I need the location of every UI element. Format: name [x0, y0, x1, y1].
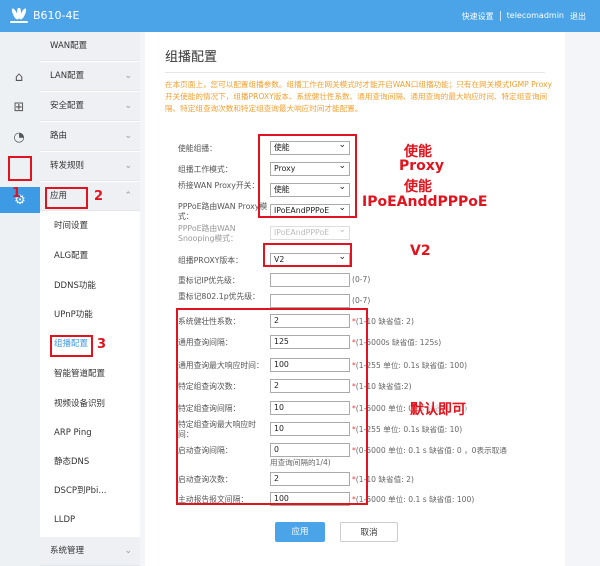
annotation-label: 1: [12, 186, 21, 201]
annotation-label: 3: [97, 337, 106, 352]
menu-security[interactable]: 安全配置⌄: [40, 92, 140, 121]
chevron-down-icon: ⌄: [124, 62, 132, 91]
submenu-dns[interactable]: 静态DNS: [40, 448, 140, 477]
quick-setup-link[interactable]: 快速设置: [462, 11, 494, 22]
submenu-arp[interactable]: ARP Ping: [40, 419, 140, 448]
menu-system[interactable]: 系统管理⌄: [40, 537, 140, 566]
icon-rail: ⌂ ⊞ ◔ ⚙: [0, 32, 40, 566]
submenu-lldp[interactable]: LLDP: [40, 506, 140, 535]
huawei-logo-icon: [8, 8, 30, 24]
router-logo-icon: [455, 505, 495, 545]
field-label: 桥接WAN Proxy开关：: [178, 181, 270, 191]
text-input[interactable]: [270, 273, 350, 287]
submenu-smart-pipe[interactable]: 智能管道配置: [40, 360, 140, 389]
field-label: 组播工作模式：: [178, 165, 270, 175]
logout-link[interactable]: 退出: [570, 11, 586, 22]
annotation-label: 2: [94, 189, 103, 204]
home-icon[interactable]: ⌂: [8, 66, 30, 88]
field-hint: *(1-5000 单位: 0.1 s 缺省值: 100): [352, 494, 474, 505]
submenu-time[interactable]: 时间设置: [40, 212, 140, 241]
route-icon[interactable]: ◔: [8, 126, 30, 148]
field-hint: *(1-255 单位: 0.1s 缺省值: 10): [352, 424, 462, 435]
sidebar-menu: WAN配置 LAN配置⌄ 安全配置⌄ 路由⌄ 转发规则⌄ 应用⌃ 时间设置 AL…: [40, 32, 140, 566]
submenu-dscp[interactable]: DSCP到Pbi...: [40, 477, 140, 506]
notice-text: 在本页面上，您可以配置组播参数。组播工作在网关模式时才能开启WAN口组播功能；只…: [165, 79, 555, 115]
menu-forward[interactable]: 转发规则⌄: [40, 152, 140, 181]
field-hint: (0-7): [352, 275, 370, 284]
chevron-down-icon: ⌄: [124, 152, 132, 181]
top-header: B610-4E 快速设置 telecomadmin 退出: [0, 0, 600, 32]
menu-route[interactable]: 路由⌄: [40, 122, 140, 151]
annotation-box: [45, 187, 88, 209]
annotation-label: 使能: [404, 176, 432, 196]
field-label: PPPoE路由WAN Proxy模式：: [178, 202, 270, 222]
field-label: 组播PROXY版本：: [178, 256, 270, 266]
field-label: 重标记IP优先级：: [178, 276, 270, 286]
annotation-box: [258, 134, 357, 218]
submenu-alg[interactable]: ALG配置: [40, 242, 140, 271]
annotation-label: 默认即可: [410, 399, 466, 419]
field-label: PPPoE路由WAN Snooping模式：: [178, 224, 270, 244]
chevron-down-icon: ⌄: [124, 537, 132, 566]
field-hint: (0-7): [352, 296, 370, 305]
select-field: IPoEAndPPPoE: [270, 226, 350, 240]
username[interactable]: telecomadmin: [507, 11, 564, 22]
menu-lan[interactable]: LAN配置⌄: [40, 62, 140, 91]
annotation-box: [176, 308, 368, 505]
chevron-down-icon: ⌄: [124, 92, 132, 121]
annotation-box: [8, 156, 32, 181]
text-input[interactable]: [270, 294, 350, 308]
annotation-box: [263, 243, 352, 267]
annotation-label: Proxy: [399, 158, 444, 174]
security-icon[interactable]: ⊞: [8, 96, 30, 118]
field-hint: *(1-255 单位: 0.1s 缺省值: 100): [352, 360, 467, 371]
submenu-upnp[interactable]: UPnP功能: [40, 301, 140, 330]
apply-button[interactable]: 应用: [275, 522, 325, 542]
chevron-up-icon: ⌃: [124, 182, 132, 211]
submenu-video[interactable]: 视频设备识别: [40, 390, 140, 419]
field-label: 重标记802.1p优先级：: [178, 292, 270, 302]
chevron-down-icon: ⌄: [124, 122, 132, 151]
annotation-box: [50, 335, 93, 357]
annotation-label: IPoEAnddPPPoE: [362, 194, 487, 210]
device-model: B610-4E: [33, 9, 79, 22]
divider: [165, 72, 545, 73]
cancel-button[interactable]: 取消: [340, 522, 398, 542]
field-label: 使能组播：: [178, 144, 270, 154]
annotation-label: V2: [410, 243, 431, 259]
menu-wan[interactable]: WAN配置: [40, 32, 140, 61]
page-title: 组播配置: [165, 46, 217, 65]
submenu-ddns[interactable]: DDNS功能: [40, 272, 140, 301]
